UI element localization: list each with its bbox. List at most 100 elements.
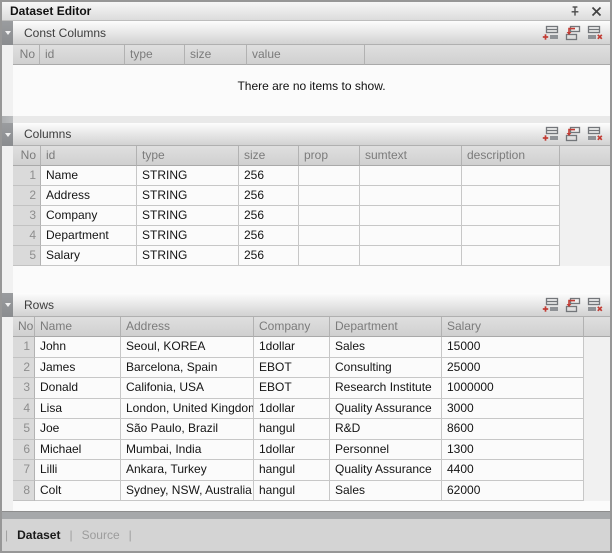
data-cell[interactable]: STRING <box>137 226 239 246</box>
column-header[interactable]: Address <box>121 317 254 337</box>
data-cell[interactable]: Seoul, KOREA <box>121 337 254 358</box>
data-cell[interactable]: 1300 <box>442 440 584 461</box>
data-cell[interactable] <box>462 246 560 266</box>
row-number-cell[interactable]: 1 <box>13 166 41 186</box>
data-cell[interactable] <box>360 246 462 266</box>
data-cell[interactable]: 256 <box>239 246 299 266</box>
data-cell[interactable] <box>299 206 360 226</box>
data-cell[interactable]: Donald <box>35 378 121 399</box>
row-number-cell[interactable]: 1 <box>13 337 35 358</box>
table-row[interactable]: 5SalarySTRING256 <box>13 246 610 266</box>
data-cell[interactable]: James <box>35 358 121 379</box>
data-cell[interactable]: 3000 <box>442 399 584 420</box>
column-header[interactable]: Salary <box>442 317 584 337</box>
data-cell[interactable]: EBOT <box>254 378 330 399</box>
table-row[interactable]: 1NameSTRING256 <box>13 166 610 186</box>
table-row[interactable]: 2AddressSTRING256 <box>13 186 610 206</box>
data-cell[interactable]: 256 <box>239 206 299 226</box>
collapse-button[interactable] <box>2 123 13 146</box>
data-cell[interactable] <box>299 246 360 266</box>
column-header[interactable]: Company <box>254 317 330 337</box>
data-cell[interactable]: Address <box>41 186 137 206</box>
data-cell[interactable]: 256 <box>239 186 299 206</box>
data-cell[interactable]: 1dollar <box>254 399 330 420</box>
collapse-button[interactable] <box>2 293 13 317</box>
column-header[interactable]: size <box>239 146 299 166</box>
delete-item-button[interactable] <box>586 25 603 41</box>
column-header[interactable]: prop <box>299 146 360 166</box>
data-cell[interactable]: STRING <box>137 166 239 186</box>
data-cell[interactable]: Name <box>41 166 137 186</box>
data-cell[interactable]: Research Institute <box>330 378 442 399</box>
row-number-cell[interactable]: 4 <box>13 226 41 246</box>
data-cell[interactable]: Califonia, USA <box>121 378 254 399</box>
row-number-cell[interactable]: 2 <box>13 358 35 379</box>
data-cell[interactable]: Sales <box>330 481 442 502</box>
data-cell[interactable]: London, United Kingdom <box>121 399 254 420</box>
data-cell[interactable] <box>360 166 462 186</box>
table-row[interactable]: 4LisaLondon, United Kingdom1dollarQualit… <box>13 399 610 420</box>
row-number-cell[interactable]: 6 <box>13 440 35 461</box>
pin-icon[interactable] <box>568 4 582 18</box>
data-cell[interactable] <box>299 166 360 186</box>
data-cell[interactable]: Sales <box>330 337 442 358</box>
data-cell[interactable]: Lilli <box>35 460 121 481</box>
column-header[interactable]: Department <box>330 317 442 337</box>
data-cell[interactable]: Barcelona, Spain <box>121 358 254 379</box>
data-cell[interactable]: 4400 <box>442 460 584 481</box>
data-cell[interactable]: São Paulo, Brazil <box>121 419 254 440</box>
row-number-cell[interactable]: 7 <box>13 460 35 481</box>
data-cell[interactable] <box>360 186 462 206</box>
table-row[interactable]: 3CompanySTRING256 <box>13 206 610 226</box>
table-row[interactable]: 8ColtSydney, NSW, AustraliahangulSales62… <box>13 481 610 502</box>
data-cell[interactable]: Joe <box>35 419 121 440</box>
insert-item-button[interactable] <box>564 25 581 41</box>
data-cell[interactable] <box>462 226 560 246</box>
column-header[interactable]: type <box>137 146 239 166</box>
data-cell[interactable]: 1dollar <box>254 337 330 358</box>
add-item-button[interactable] <box>542 297 559 313</box>
row-number-cell[interactable]: 2 <box>13 186 41 206</box>
data-cell[interactable]: Quality Assurance <box>330 399 442 420</box>
row-number-cell[interactable]: 4 <box>13 399 35 420</box>
tab-source[interactable]: Source <box>74 528 128 542</box>
data-cell[interactable]: STRING <box>137 186 239 206</box>
data-cell[interactable]: Company <box>41 206 137 226</box>
data-cell[interactable]: Mumbai, India <box>121 440 254 461</box>
column-header[interactable]: value <box>247 45 365 65</box>
column-header[interactable]: id <box>40 45 125 65</box>
data-cell[interactable]: 8600 <box>442 419 584 440</box>
tab-dataset[interactable]: Dataset <box>9 528 68 542</box>
data-cell[interactable]: R&D <box>330 419 442 440</box>
table-row[interactable]: 5JoeSão Paulo, BrazilhangulR&D8600 <box>13 419 610 440</box>
data-cell[interactable]: Ankara, Turkey <box>121 460 254 481</box>
column-header[interactable]: type <box>125 45 185 65</box>
data-cell[interactable]: John <box>35 337 121 358</box>
column-header[interactable]: sumtext <box>360 146 462 166</box>
data-cell[interactable]: 256 <box>239 226 299 246</box>
data-cell[interactable]: Colt <box>35 481 121 502</box>
table-row[interactable]: 4DepartmentSTRING256 <box>13 226 610 246</box>
data-cell[interactable]: Quality Assurance <box>330 460 442 481</box>
data-cell[interactable]: Salary <box>41 246 137 266</box>
data-cell[interactable]: Department <box>41 226 137 246</box>
data-cell[interactable]: EBOT <box>254 358 330 379</box>
data-cell[interactable]: STRING <box>137 206 239 226</box>
data-cell[interactable]: Personnel <box>330 440 442 461</box>
data-cell[interactable]: 256 <box>239 166 299 186</box>
delete-item-button[interactable] <box>586 297 603 313</box>
row-number-cell[interactable]: 3 <box>13 206 41 226</box>
table-row[interactable]: 7LilliAnkara, TurkeyhangulQuality Assura… <box>13 460 610 481</box>
row-number-cell[interactable]: 5 <box>13 246 41 266</box>
data-cell[interactable]: hangul <box>254 419 330 440</box>
data-cell[interactable]: 1000000 <box>442 378 584 399</box>
insert-item-button[interactable] <box>564 126 581 142</box>
data-cell[interactable] <box>360 226 462 246</box>
column-header[interactable]: id <box>41 146 137 166</box>
row-number-cell[interactable]: 3 <box>13 378 35 399</box>
table-row[interactable]: 2JamesBarcelona, SpainEBOTConsulting2500… <box>13 358 610 379</box>
table-row[interactable]: 3DonaldCalifonia, USAEBOTResearch Instit… <box>13 378 610 399</box>
column-header[interactable]: No <box>13 45 40 65</box>
add-item-button[interactable] <box>542 126 559 142</box>
add-item-button[interactable] <box>542 25 559 41</box>
